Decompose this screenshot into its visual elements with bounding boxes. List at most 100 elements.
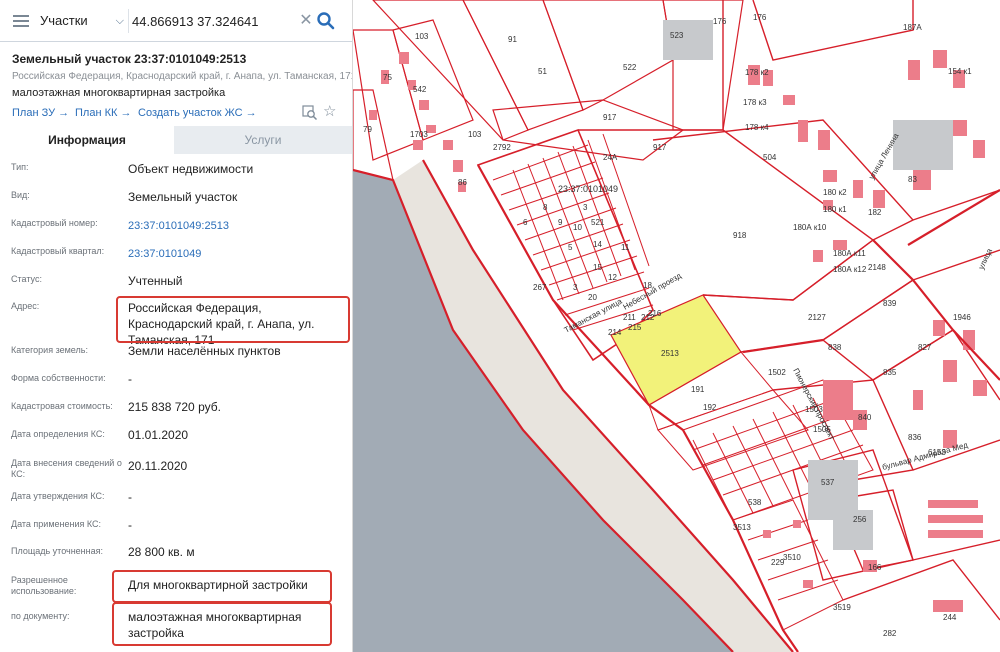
property-label: Кадастровый номер: bbox=[11, 218, 98, 228]
parcel-use: малоэтажная многоквартирная застройка bbox=[12, 87, 226, 99]
cadastral-value: 215 838 720 руб. bbox=[128, 400, 221, 414]
svg-text:917: 917 bbox=[653, 143, 667, 152]
tab-information[interactable]: Информация bbox=[0, 126, 174, 154]
svg-text:838: 838 bbox=[828, 343, 842, 352]
svg-text:182: 182 bbox=[868, 208, 882, 217]
property-value: Учтенный bbox=[128, 274, 183, 288]
property-label: Дата внесения сведений о КС: bbox=[11, 458, 122, 479]
svg-text:542: 542 bbox=[413, 85, 427, 94]
map-canvas[interactable]: Таманская улица Небесный проезд Пионерск… bbox=[353, 0, 1000, 652]
close-icon[interactable]: ✕ bbox=[298, 9, 314, 33]
property-value: 01.01.2020 bbox=[128, 428, 189, 442]
svg-text:1703: 1703 bbox=[410, 130, 428, 139]
svg-text:9: 9 bbox=[558, 218, 563, 227]
property-label: Форма собственности: bbox=[11, 373, 106, 383]
search-icon[interactable] bbox=[315, 8, 337, 34]
svg-text:83: 83 bbox=[908, 175, 917, 184]
svg-text:3513: 3513 bbox=[733, 523, 751, 532]
property-label: Кадастровый квартал: bbox=[11, 246, 105, 256]
property-label: Дата определения КС: bbox=[11, 429, 105, 439]
document-use-highlight bbox=[112, 602, 332, 646]
divider bbox=[128, 9, 129, 33]
svg-text:11: 11 bbox=[621, 243, 630, 252]
svg-text:1946: 1946 bbox=[953, 313, 971, 322]
property-label: Площадь уточненная: bbox=[11, 546, 103, 556]
svg-text:20: 20 bbox=[588, 293, 597, 302]
plan-zu-link[interactable]: План ЗУ → bbox=[12, 107, 69, 119]
parcel-card: Земельный участок 23:37:0101049:2513 Рос… bbox=[0, 42, 352, 126]
svg-text:840: 840 bbox=[858, 413, 872, 422]
svg-text:176: 176 bbox=[753, 13, 767, 22]
svg-text:180 к2: 180 к2 bbox=[823, 188, 847, 197]
svg-text:23:37:0101049: 23:37:0101049 bbox=[558, 184, 618, 194]
svg-text:103: 103 bbox=[415, 32, 429, 41]
cadastral-number-link[interactable]: 23:37:0101049:2513 bbox=[128, 218, 350, 234]
cadastral-map[interactable]: Таманская улица Небесный проезд Пионерск… bbox=[353, 0, 1000, 652]
svg-text:8: 8 bbox=[543, 203, 548, 212]
svg-text:12: 12 bbox=[608, 273, 617, 282]
svg-text:191: 191 bbox=[691, 385, 705, 394]
permitted-use-highlight bbox=[112, 570, 332, 603]
plan-kk-link[interactable]: План КК → bbox=[75, 107, 131, 119]
svg-text:5: 5 bbox=[568, 243, 573, 252]
svg-text:176: 176 bbox=[713, 17, 727, 26]
property-label: Тип: bbox=[11, 162, 29, 172]
svg-text:178 к2: 178 к2 bbox=[745, 68, 769, 77]
svg-text:86: 86 bbox=[458, 178, 467, 187]
svg-text:537: 537 bbox=[821, 478, 835, 487]
svg-text:91: 91 bbox=[508, 35, 517, 44]
svg-text:180А к12: 180А к12 bbox=[833, 265, 867, 274]
svg-text:917: 917 bbox=[603, 113, 617, 122]
svg-text:211: 211 bbox=[623, 313, 636, 322]
svg-text:827: 827 bbox=[918, 343, 932, 352]
svg-text:24А: 24А bbox=[603, 153, 618, 162]
menu-icon[interactable] bbox=[8, 8, 34, 34]
create-parcel-link[interactable]: Создать участок ЖС → bbox=[138, 107, 257, 119]
svg-text:918: 918 bbox=[733, 231, 747, 240]
svg-text:6153: 6153 bbox=[928, 448, 946, 457]
svg-text:244: 244 bbox=[943, 613, 957, 622]
svg-text:103: 103 bbox=[468, 130, 482, 139]
search-input[interactable] bbox=[132, 8, 297, 34]
svg-text:282: 282 bbox=[883, 629, 897, 638]
zoom-to-parcel-icon[interactable] bbox=[302, 105, 318, 121]
tab-services[interactable]: Услуги bbox=[174, 126, 352, 154]
chevron-down-icon: ⌵ bbox=[115, 15, 124, 27]
svg-text:2513: 2513 bbox=[661, 349, 679, 358]
svg-text:836: 836 bbox=[908, 433, 922, 442]
property-value: Земельный участок bbox=[128, 190, 238, 204]
property-label: Статус: bbox=[11, 274, 42, 284]
property-label: Дата применения КС: bbox=[11, 519, 102, 529]
search-bar: Участки ⌵ ✕ bbox=[0, 0, 352, 42]
property-label: по документу: bbox=[11, 611, 70, 621]
area-value: 28 800 кв. м bbox=[128, 545, 195, 559]
svg-text:166: 166 bbox=[868, 563, 882, 572]
layer-select[interactable]: Участки ⌵ bbox=[40, 8, 126, 34]
svg-text:1503: 1503 bbox=[805, 405, 823, 414]
svg-text:216: 216 bbox=[648, 309, 662, 318]
cadastral-quarter-link[interactable]: 23:37:0101049 bbox=[128, 246, 350, 262]
svg-text:75: 75 bbox=[383, 73, 392, 82]
property-value: Объект недвижимости bbox=[128, 162, 254, 176]
svg-text:18: 18 bbox=[643, 281, 652, 290]
svg-text:2792: 2792 bbox=[493, 143, 511, 152]
star-icon[interactable]: ☆ bbox=[323, 104, 336, 120]
property-label: Разрешенное использование: bbox=[11, 575, 77, 596]
svg-text:1502: 1502 bbox=[768, 368, 786, 377]
svg-text:214: 214 bbox=[608, 328, 622, 337]
property-value: Земли населённых пунктов bbox=[128, 344, 281, 358]
property-label: Адрес: bbox=[11, 301, 40, 311]
svg-text:215: 215 bbox=[628, 323, 642, 332]
svg-text:835: 835 bbox=[883, 368, 897, 377]
svg-text:51: 51 bbox=[538, 67, 547, 76]
svg-text:256: 256 bbox=[853, 515, 867, 524]
svg-text:10: 10 bbox=[573, 223, 582, 232]
property-label: Кадастровая стоимость: bbox=[11, 401, 113, 411]
tab-bar: Информация Услуги bbox=[0, 126, 352, 154]
property-value: - bbox=[128, 518, 132, 532]
property-label: Дата утверждения КС: bbox=[11, 491, 105, 501]
property-value: - bbox=[128, 372, 132, 386]
address-highlight bbox=[116, 296, 350, 343]
svg-text:2127: 2127 bbox=[808, 313, 826, 322]
svg-text:180А к10: 180А к10 bbox=[793, 223, 827, 232]
